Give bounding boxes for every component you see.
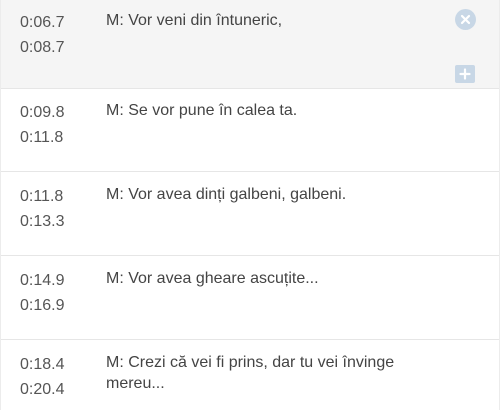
caption-row[interactable]: 0:11.8 0:13.3 M: Vor avea dinți galbeni,… — [1, 173, 499, 256]
caption-times[interactable]: 0:14.9 0:16.9 — [20, 268, 90, 318]
end-time[interactable]: 0:20.4 — [20, 377, 90, 402]
close-circle-icon — [460, 14, 471, 25]
caption-text[interactable]: M: Se vor pune în calea ta. — [106, 100, 436, 121]
end-time[interactable]: 0:16.9 — [20, 293, 90, 318]
start-time[interactable]: 0:11.8 — [20, 184, 90, 209]
caption-list: 0:06.7 0:08.7 M: Vor veni din întuneric,… — [0, 0, 500, 410]
remove-caption-button[interactable] — [455, 9, 476, 30]
caption-row[interactable]: 0:14.9 0:16.9 M: Vor avea gheare ascuțit… — [1, 257, 499, 340]
start-time[interactable]: 0:06.7 — [20, 10, 90, 35]
start-time[interactable]: 0:14.9 — [20, 268, 90, 293]
caption-times[interactable]: 0:11.8 0:13.3 — [20, 184, 90, 234]
caption-times[interactable]: 0:06.7 0:08.7 — [20, 10, 90, 60]
end-time[interactable]: 0:11.8 — [20, 125, 90, 150]
plus-square-icon — [459, 68, 471, 80]
caption-text[interactable]: M: Vor avea dinți galbeni, galbeni. — [106, 184, 436, 205]
caption-row[interactable]: 0:09.8 0:11.8 M: Se vor pune în calea ta… — [1, 89, 499, 172]
caption-row[interactable]: 0:06.7 0:08.7 M: Vor veni din întuneric, — [1, 0, 499, 89]
start-time[interactable]: 0:09.8 — [20, 100, 90, 125]
caption-row[interactable]: 0:18.4 0:20.4 M: Crezi că vei fi prins, … — [1, 341, 499, 410]
start-time[interactable]: 0:18.4 — [20, 352, 90, 377]
caption-text[interactable]: M: Crezi că vei fi prins, dar tu vei înv… — [106, 352, 436, 394]
end-time[interactable]: 0:13.3 — [20, 209, 90, 234]
add-caption-button[interactable] — [455, 65, 475, 83]
caption-text[interactable]: M: Vor veni din întuneric, — [106, 10, 436, 31]
caption-times[interactable]: 0:18.4 0:20.4 — [20, 352, 90, 402]
caption-times[interactable]: 0:09.8 0:11.8 — [20, 100, 90, 150]
caption-text[interactable]: M: Vor avea gheare ascuțite... — [106, 268, 436, 289]
end-time[interactable]: 0:08.7 — [20, 35, 90, 60]
